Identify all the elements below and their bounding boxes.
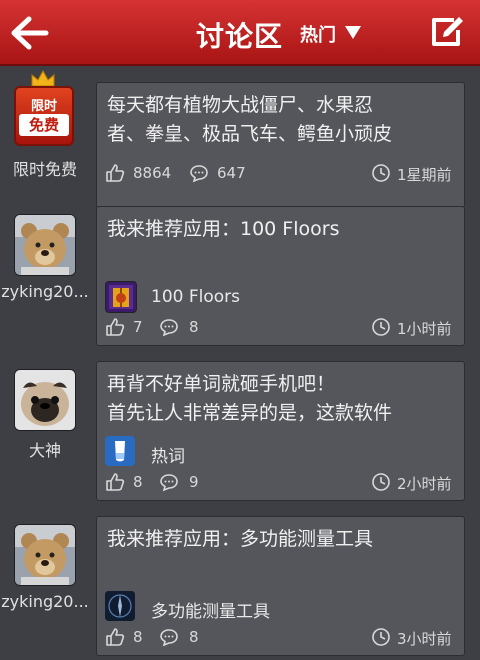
post-stats: 7 8 1小时前 [105, 317, 457, 338]
comment-count: 647 [217, 164, 246, 182]
clock-icon [372, 318, 390, 336]
post-item[interactable]: 大神 再背不好单词就砸手机吧！ 首先让人非常差异的是，这款软件 热词 8 9 2… [0, 361, 480, 516]
post-card[interactable]: 我来推荐应用：多功能测量工具 多功能测量工具 8 8 3小时前 [96, 516, 465, 656]
like-count: 8 [133, 628, 143, 646]
clock-icon [372, 164, 390, 182]
avatar[interactable] [14, 524, 76, 586]
app-name[interactable]: 多功能测量工具 [151, 597, 270, 622]
teddy-bear-avatar [14, 214, 76, 276]
comment-icon[interactable] [159, 472, 179, 492]
post-text-line: 我来推荐应用：100 Floors [107, 218, 340, 240]
comment-count: 8 [189, 318, 199, 336]
word-app-icon [105, 436, 135, 466]
post-stats: 8 9 2小时前 [105, 472, 457, 493]
post-text: 再背不好单词就砸手机吧！ 首先让人非常差异的是，这款软件 [107, 370, 457, 428]
post-card[interactable]: 每天都有植物大战僵尸、水果忍 者、拳皇、极品飞车、鳄鱼小顽皮 8864 647 … [96, 82, 465, 208]
avatar[interactable] [14, 369, 76, 431]
avatar[interactable]: 限时 免费 [14, 70, 76, 146]
post-text: 每天都有植物大战僵尸、水果忍 者、拳皇、极品飞车、鳄鱼小顽皮 [107, 91, 457, 149]
like-count: 8 [133, 473, 143, 491]
nav-bar: 讨论区 热门 [0, 0, 480, 66]
like-count: 7 [133, 318, 143, 336]
comment-icon[interactable] [159, 317, 179, 337]
compose-button[interactable] [428, 14, 464, 50]
elevator-app-icon [109, 285, 133, 309]
comment-count: 8 [189, 628, 199, 646]
page-title: 讨论区 [196, 20, 284, 53]
app-name[interactable]: 热词 [151, 442, 185, 467]
post-stats: 8864 647 1星期前 [105, 163, 457, 184]
post-text-line: 我来推荐应用：多功能测量工具 [107, 528, 374, 550]
post-card[interactable]: 再背不好单词就砸手机吧！ 首先让人非常差异的是，这款软件 热词 8 9 2小时前 [96, 361, 465, 501]
avatar[interactable] [14, 214, 76, 276]
app-name[interactable]: 100 Floors [151, 287, 240, 307]
edit-icon [432, 17, 463, 46]
post-time: 3小时前 [397, 630, 452, 648]
clock-icon [372, 473, 390, 491]
triangle-down-icon[interactable] [344, 24, 362, 40]
thumbs-up-icon[interactable] [105, 472, 125, 492]
badge-line-2: 免费 [19, 114, 69, 136]
post-card[interactable]: 我来推荐应用：100 Floors 100 Floors 7 8 1小时前 [96, 206, 465, 346]
app-icon[interactable] [105, 436, 135, 466]
post-time: 2小时前 [397, 475, 452, 493]
thumbs-up-icon[interactable] [105, 627, 125, 647]
post-text: 我来推荐应用：多功能测量工具 [107, 525, 457, 554]
post-text-line: 每天都有植物大战僵尸、水果忍 [107, 94, 374, 116]
free-badge: 限时 免费 [14, 86, 74, 146]
thumbs-up-icon[interactable] [105, 317, 125, 337]
clock-icon [372, 628, 390, 646]
post-item[interactable]: zyking20... 我来推荐应用：多功能测量工具 多功能测量工具 8 8 3… [0, 516, 480, 660]
post-item[interactable]: 限时 免费 限时免费 每天都有植物大战僵尸、水果忍 者、拳皇、极品飞车、鳄鱼小顽… [0, 66, 480, 208]
post-time: 1小时前 [397, 320, 452, 338]
comment-icon[interactable] [189, 163, 209, 183]
username[interactable]: 大神 [0, 437, 90, 461]
back-button[interactable] [10, 14, 50, 52]
username[interactable]: 限时免费 [0, 156, 90, 180]
back-arrow-icon [11, 16, 49, 50]
post-time: 1星期前 [397, 166, 452, 184]
username[interactable]: zyking20... [0, 592, 90, 611]
measure-app-icon [105, 591, 135, 621]
app-icon[interactable] [105, 591, 135, 621]
pug-avatar [14, 369, 76, 431]
badge-line-1: 限时 [30, 99, 57, 114]
post-text-line: 再背不好单词就砸手机吧！ [107, 373, 336, 395]
like-count: 8864 [133, 164, 172, 182]
sort-dropdown[interactable]: 热门 [300, 21, 336, 47]
comment-icon[interactable] [159, 627, 179, 647]
post-text-line: 者、拳皇、极品飞车、鳄鱼小顽皮 [107, 123, 393, 145]
teddy-bear-avatar [14, 524, 76, 586]
username[interactable]: zyking20... [0, 282, 90, 301]
post-text-line: 首先让人非常差异的是，这款软件 [107, 402, 393, 424]
post-item[interactable]: zyking20... 我来推荐应用：100 Floors 100 Floors… [0, 206, 480, 361]
comment-count: 9 [189, 473, 199, 491]
thumbs-up-icon[interactable] [105, 163, 125, 183]
app-icon[interactable] [105, 281, 137, 313]
post-stats: 8 8 3小时前 [105, 627, 457, 648]
post-text: 我来推荐应用：100 Floors [107, 215, 457, 244]
